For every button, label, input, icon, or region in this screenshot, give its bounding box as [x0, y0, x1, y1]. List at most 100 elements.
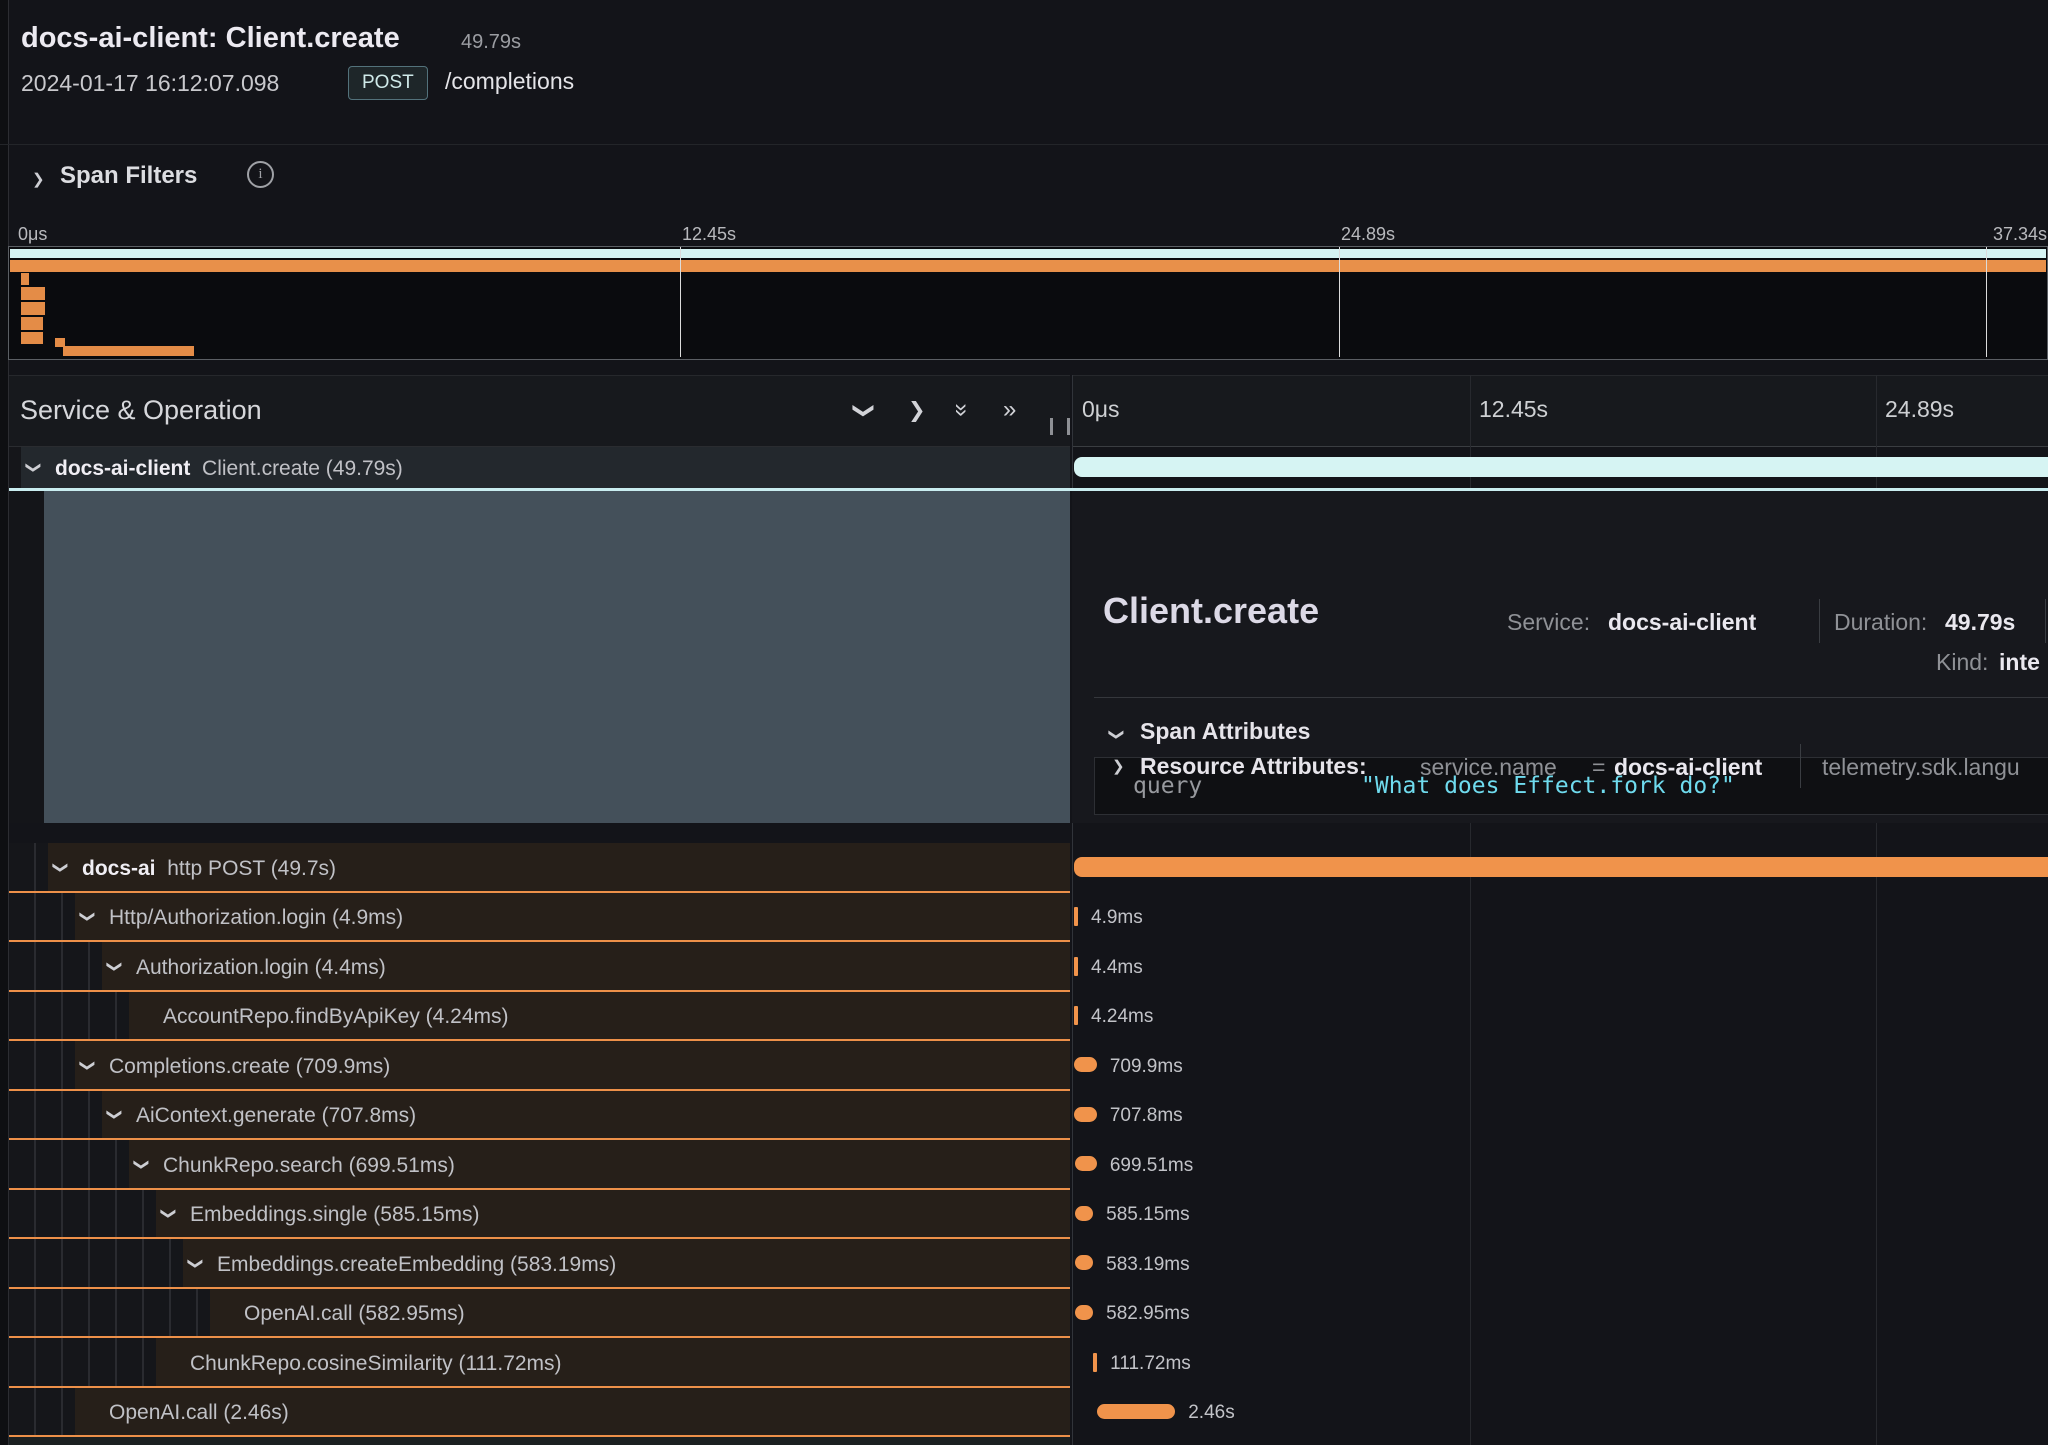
span-row-label: ChunkRepo.search (699.51ms) [163, 1155, 455, 1176]
service-name: docs-ai-client [55, 457, 190, 480]
span-bar[interactable] [1074, 1006, 1078, 1025]
detail-kind-value: inte [1999, 649, 2040, 676]
span-row-label: OpenAI.call (582.95ms) [244, 1303, 465, 1324]
span-duration-label: 4.9ms [1091, 908, 1143, 927]
info-icon[interactable]: i [247, 161, 274, 188]
indent-guides [9, 1140, 129, 1188]
span-row[interactable]: OpenAI.call (2.46s) [9, 1388, 1070, 1438]
span-duration-label: 4.4ms [1091, 958, 1143, 977]
minimap-span-bar [10, 260, 2046, 272]
span-row[interactable]: ❯Embeddings.createEmbedding (583.19ms) [9, 1239, 1070, 1289]
chevron-down-icon[interactable]: ❯ [188, 1257, 203, 1270]
indent-guides [9, 447, 21, 488]
minimap-span-bar [21, 273, 29, 285]
detail-duration-label: Duration: [1834, 609, 1927, 636]
span-row[interactable]: ❯ Http/Authorization.login (4.9ms) [9, 893, 1070, 943]
chevron-down-icon[interactable]: ❯ [80, 910, 95, 923]
span-bar[interactable] [1074, 1107, 1097, 1122]
timeline-tick: 0μs [1082, 396, 1120, 423]
indent-guides [9, 843, 48, 891]
span-row[interactable]: ChunkRepo.cosineSimilarity (111.72ms) [9, 1338, 1070, 1388]
minimap-gridline [680, 247, 681, 357]
chevron-down-icon[interactable]: ❯ [134, 1158, 149, 1171]
detail-left-panel [44, 491, 1070, 823]
span-row[interactable]: ❯ ChunkRepo.search (699.51ms) [9, 1140, 1070, 1190]
span-filters-label[interactable]: Span Filters [60, 162, 197, 190]
detail-service-label: Service: [1507, 609, 1590, 636]
span-row-label: docs-ai-client Client.create (49.79s) [55, 458, 403, 479]
tree-header-title: Service & Operation [20, 395, 262, 426]
detail-title: Client.create [1103, 590, 1319, 632]
resource-value: docs-ai-client [1614, 754, 1762, 781]
indent-guides [9, 942, 102, 990]
span-row[interactable]: OpenAI.call (582.95ms) [9, 1289, 1070, 1339]
detail-divider [1819, 599, 1820, 643]
chevron-down-icon[interactable]: ❯ [53, 861, 68, 874]
trace-duration-badge: 49.79s [461, 31, 521, 54]
minimap-tick-row: 0μs 12.45s 24.89s 37.34s [0, 222, 2048, 246]
chevron-down-icon[interactable]: ❯ [26, 461, 41, 474]
chevron-down-icon[interactable]: ❯ [107, 1108, 122, 1121]
span-row-label: OpenAI.call (2.46s) [109, 1402, 289, 1423]
span-bar[interactable] [1097, 1404, 1175, 1419]
span-duration-label: 699.51ms [1110, 1156, 1193, 1175]
span-row-label: Completions.create (709.9ms) [109, 1056, 390, 1077]
resource-key-clipped: telemetry.sdk.langu [1822, 754, 2020, 781]
span-row[interactable]: ❯ docs-ai http POST (49.7s) [9, 843, 1070, 893]
expand-all-icon[interactable]: » [1003, 398, 1016, 422]
span-bar[interactable] [1074, 957, 1078, 976]
chevron-down-icon[interactable]: ❯ [107, 960, 122, 973]
span-row[interactable]: ❯AiContext.generate (707.8ms) [9, 1091, 1070, 1141]
resource-key: service.name [1420, 754, 1557, 781]
chevron-right-icon[interactable]: ❯ [32, 172, 45, 187]
timeline-header: 0μs 12.45s 24.89s [1072, 375, 2048, 447]
span-row[interactable]: AccountRepo.findByApiKey (4.24ms) [9, 992, 1070, 1042]
trace-minimap[interactable] [8, 246, 2048, 360]
span-bar[interactable] [1074, 1057, 1097, 1072]
span-row-label: Http/Authorization.login (4.9ms) [109, 907, 403, 928]
indent-guides [9, 1041, 75, 1089]
collapse-one-icon[interactable]: ❯ [853, 402, 874, 420]
chevron-down-icon[interactable]: ❯ [80, 1059, 95, 1072]
span-duration-label: 709.9ms [1110, 1057, 1183, 1076]
chevron-down-icon[interactable]: ❯ [1109, 728, 1124, 741]
span-bar[interactable] [1075, 1255, 1094, 1270]
span-bar[interactable] [1074, 907, 1078, 926]
minimap-tick: 12.45s [682, 224, 736, 245]
span-row-label: docs-ai http POST (49.7s) [82, 858, 336, 879]
chevron-right-icon[interactable]: ❯ [1112, 759, 1125, 774]
detail-divider [1800, 744, 1801, 788]
minimap-span-bar [10, 249, 2046, 258]
span-duration-label: 582.95ms [1106, 1304, 1189, 1323]
resource-attributes-title[interactable]: Resource Attributes: [1140, 753, 1367, 780]
span-row[interactable]: ❯ Embeddings.single (585.15ms) [9, 1190, 1070, 1240]
span-duration-label: 707.8ms [1110, 1106, 1183, 1125]
detail-service-value: docs-ai-client [1608, 609, 1756, 636]
span-bar[interactable] [1074, 857, 2048, 877]
minimap-tick: 37.34s [1993, 224, 2047, 245]
span-bar[interactable] [1075, 1156, 1097, 1171]
span-bar[interactable] [1093, 1353, 1097, 1372]
panel-resize-handle[interactable] [1050, 418, 1070, 435]
span-row-label: Embeddings.single (585.15ms) [190, 1204, 480, 1225]
span-bar[interactable] [1075, 1206, 1094, 1221]
indent-guides [9, 1338, 156, 1386]
span-attributes-title[interactable]: Span Attributes [1140, 718, 1310, 745]
span-filters-toggle[interactable]: ❯ Span Filters i [9, 145, 2048, 219]
collapse-all-icon[interactable]: » [950, 403, 974, 416]
detail-separator [1094, 697, 2048, 698]
span-row[interactable]: ❯Authorization.login (4.4ms) [9, 942, 1070, 992]
minimap-span-bar [21, 287, 45, 300]
span-duration-label: 4.24ms [1091, 1007, 1153, 1026]
indent-guides [9, 1289, 210, 1337]
detail-kind-label: Kind: [1936, 649, 1988, 676]
minimap-span-bar [21, 302, 45, 315]
span-bar[interactable] [1075, 1305, 1094, 1320]
span-duration-label: 2.46s [1188, 1403, 1234, 1422]
chevron-down-icon[interactable]: ❯ [161, 1207, 176, 1220]
span-bar[interactable] [1074, 457, 2048, 477]
expand-one-icon[interactable]: ❯ [908, 400, 926, 421]
span-row[interactable]: ❯ docs-ai-client Client.create (49.79s) [9, 447, 1070, 488]
indent-guides [9, 992, 129, 1040]
span-row[interactable]: ❯ Completions.create (709.9ms) [9, 1041, 1070, 1091]
